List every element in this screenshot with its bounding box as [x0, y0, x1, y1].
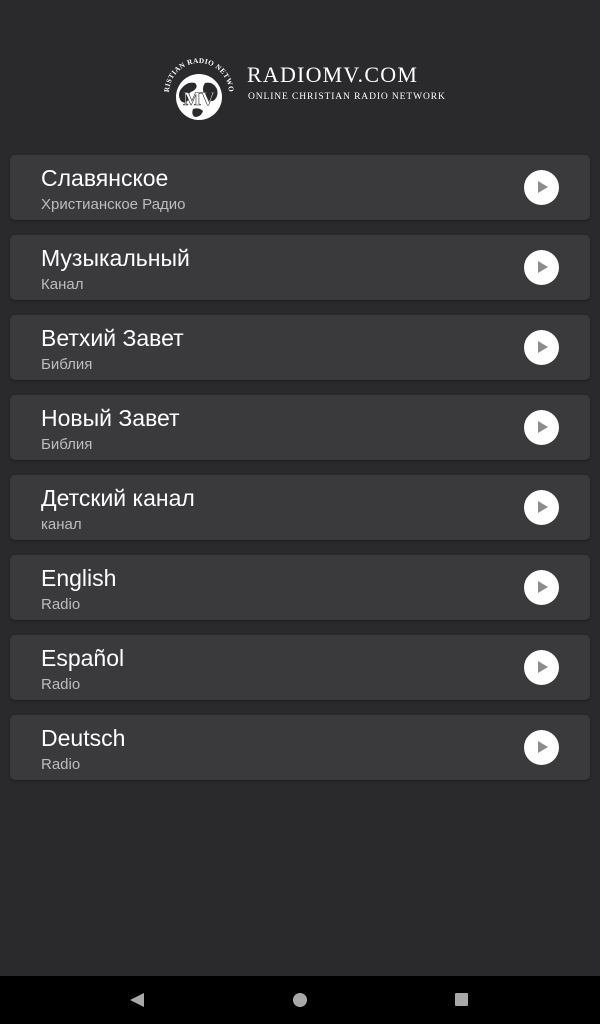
channel-card-german[interactable]: Deutsch Radio — [10, 715, 590, 780]
channel-card-old-testament[interactable]: Ветхий Завет Библия — [10, 315, 590, 380]
channel-card-new-testament[interactable]: Новый Завет Библия — [10, 395, 590, 460]
channel-title: English — [41, 565, 117, 591]
header: CHRISTIAN RADIO NETWORK MV RADIOMV.COM O… — [0, 50, 600, 130]
channel-subtitle: Библия — [41, 436, 93, 453]
channel-title: Славянское — [41, 165, 169, 191]
channel-subtitle: Канал — [41, 276, 84, 293]
app-screen: CHRISTIAN RADIO NETWORK MV RADIOMV.COM O… — [0, 0, 600, 1024]
play-icon — [538, 341, 548, 353]
play-button[interactable] — [524, 410, 559, 445]
system-nav-bar — [0, 976, 600, 1024]
play-icon — [538, 661, 548, 673]
play-icon — [538, 581, 548, 593]
channel-title: Детский канал — [41, 485, 195, 511]
channel-title: Новый Завет — [41, 405, 180, 431]
channel-list: Славянское Христианское Радио Музыкальны… — [10, 155, 590, 795]
play-button[interactable] — [524, 730, 559, 765]
logo-emblem-icon: CHRISTIAN RADIO NETWORK MV — [157, 53, 235, 120]
play-icon — [538, 421, 548, 433]
channel-card-music[interactable]: Музыкальный Канал — [10, 235, 590, 300]
play-icon — [538, 261, 548, 273]
channel-subtitle: Христианское Радио — [41, 196, 186, 213]
channel-title: Español — [41, 645, 125, 671]
channel-title: Deutsch — [41, 725, 126, 751]
play-button[interactable] — [524, 330, 559, 365]
play-icon — [538, 501, 548, 513]
channel-title: Ветхий Завет — [41, 325, 184, 351]
play-icon — [538, 741, 548, 753]
channel-subtitle: канал — [41, 516, 82, 533]
play-button[interactable] — [524, 170, 559, 205]
channel-card-spanish[interactable]: Español Radio — [10, 635, 590, 700]
play-button[interactable] — [524, 250, 559, 285]
home-circle-icon[interactable] — [293, 993, 307, 1007]
play-button[interactable] — [524, 570, 559, 605]
channel-card-slavic[interactable]: Славянское Христианское Радио — [10, 155, 590, 220]
play-button[interactable] — [524, 650, 559, 685]
channel-subtitle: Библия — [41, 356, 93, 373]
play-icon — [538, 181, 548, 193]
back-triangle-icon[interactable] — [130, 993, 144, 1007]
channel-subtitle: Radio — [41, 596, 81, 613]
recents-square-icon[interactable] — [455, 993, 468, 1006]
channel-subtitle: Radio — [41, 756, 81, 773]
play-button[interactable] — [524, 490, 559, 525]
emblem-letters: MV — [183, 89, 215, 110]
channel-title: Музыкальный — [41, 245, 190, 271]
channel-subtitle: Radio — [41, 676, 81, 693]
logo-title: RADIOMV.COM — [247, 62, 419, 87]
logo-subtitle: ONLINE CHRISTIAN RADIO NETWORK — [248, 92, 446, 102]
channel-card-kids[interactable]: Детский канал канал — [10, 475, 590, 540]
channel-card-english[interactable]: English Radio — [10, 555, 590, 620]
